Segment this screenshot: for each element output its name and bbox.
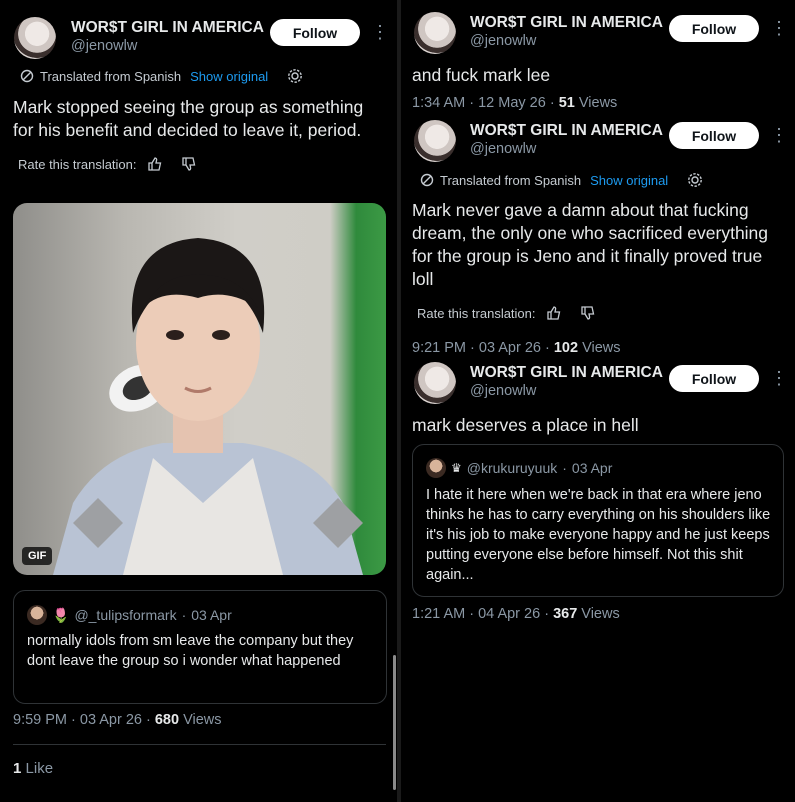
avatar[interactable] — [414, 120, 456, 162]
translate-icon — [420, 173, 434, 187]
author-handle[interactable]: @jenowlw — [470, 33, 536, 49]
author-name[interactable]: WOR$T GIRL IN AMERICA — [470, 14, 663, 32]
quoted-text: I hate it here when we're back in that e… — [426, 487, 771, 583]
separator: · — [181, 607, 187, 623]
avatar[interactable] — [414, 362, 456, 404]
separator: · — [71, 712, 80, 728]
gif-media[interactable]: GIF — [13, 203, 386, 575]
separator: · — [549, 95, 559, 111]
follow-button[interactable]: Follow — [669, 15, 759, 42]
views-count: 51 — [558, 95, 575, 111]
avatar — [27, 605, 47, 625]
show-original-link[interactable]: Show original — [190, 69, 268, 84]
author-name[interactable]: WOR$T GIRL IN AMERICA — [470, 364, 663, 382]
post-text: Mark never gave a damn about that fuckin… — [412, 200, 769, 289]
quoted-handle: @_tulipsformark — [74, 607, 177, 623]
post-date: 04 Apr 26 — [478, 606, 541, 622]
post-right: WOR$T GIRL IN AMERICA @jenowlw Follow ⋮ … — [401, 0, 795, 802]
post-text: Mark stopped seeing the group as somethi… — [13, 97, 364, 140]
rate-label: Rate this translation: — [417, 305, 536, 321]
crown-icon: ♛ — [451, 461, 462, 475]
show-original-link[interactable]: Show original — [590, 173, 668, 188]
separator: · — [544, 606, 554, 622]
quoted-date: 03 Apr — [191, 607, 232, 623]
likes-count: 1 — [13, 760, 22, 777]
views-count: 102 — [553, 340, 579, 356]
post-meta: 9:59 PM · 03 Apr 26 · 680 Views — [13, 712, 222, 728]
views-label: Views — [582, 340, 621, 356]
post-date: 12 May 26 — [478, 95, 546, 111]
translate-icon — [20, 69, 34, 83]
separator: · — [469, 95, 479, 111]
translation-bar: Translated from Spanish Show original — [419, 172, 703, 188]
thumbs-down-icon[interactable] — [181, 156, 197, 172]
quoted-post[interactable]: 🌷 @_tulipsformark · 03 Apr normally idol… — [13, 590, 387, 704]
avatar — [426, 458, 446, 478]
views-count: 367 — [553, 606, 578, 622]
likes-label: Like — [25, 760, 54, 777]
avatar[interactable] — [14, 17, 56, 59]
post-date: 03 Apr 26 — [79, 712, 142, 728]
post-meta: 1:21 AM · 04 Apr 26 · 367 Views — [412, 606, 620, 622]
post-left: WOR$T GIRL IN AMERICA @jenowlw Follow ⋮ … — [0, 0, 397, 802]
post-time: 9:59 PM — [13, 712, 67, 728]
views-label: Views — [183, 712, 222, 728]
more-icon[interactable]: ⋮ — [371, 22, 389, 42]
post-date: 03 Apr 26 — [478, 340, 541, 356]
quoted-post-header: 🌷 @_tulipsformark · 03 Apr — [27, 605, 232, 625]
quoted-date: 03 Apr — [571, 460, 613, 476]
author-name[interactable]: WOR$T GIRL IN AMERICA — [470, 122, 663, 140]
post-time: 1:21 AM — [412, 606, 466, 622]
author-name[interactable]: WOR$T GIRL IN AMERICA — [71, 19, 264, 37]
thumbs-up-icon[interactable] — [546, 305, 562, 321]
more-icon[interactable]: ⋮ — [770, 368, 788, 388]
quoted-post-header: ♛ @krukuruyuuk · 03 Apr — [426, 458, 612, 478]
quoted-text: normally idols from sm leave the company… — [27, 633, 354, 669]
post-text: mark deserves a place in hell — [412, 415, 639, 435]
more-icon[interactable]: ⋮ — [770, 18, 788, 38]
rate-label: Rate this translation: — [18, 156, 137, 172]
separator: · — [562, 460, 567, 476]
views-label: Views — [578, 95, 618, 111]
thumbs-up-icon[interactable] — [147, 156, 163, 172]
separator: · — [469, 606, 479, 622]
tulip-icon: 🌷 — [52, 606, 70, 623]
rate-translation: Rate this translation: — [18, 156, 197, 172]
post-meta: 9:21 PM · 03 Apr 26 · 102 Views — [412, 340, 621, 356]
gear-icon[interactable] — [687, 172, 703, 188]
translated-label: Translated from Spanish — [440, 172, 582, 188]
translation-bar: Translated from Spanish Show original — [19, 68, 303, 84]
author-handle[interactable]: @jenowlw — [71, 38, 137, 54]
separator: · — [545, 340, 554, 356]
gear-icon[interactable] — [287, 68, 303, 84]
separator: · — [146, 712, 155, 728]
views-label: Views — [581, 606, 620, 622]
separator: · — [470, 340, 479, 356]
gif-image — [53, 238, 363, 575]
follow-button[interactable]: Follow — [669, 365, 759, 392]
author-handle[interactable]: @jenowlw — [470, 141, 536, 157]
post-text: and fuck mark lee — [412, 65, 551, 85]
translated-label: Translated from Spanish — [40, 68, 182, 84]
quoted-post[interactable]: ♛ @krukuruyuuk · 03 Apr I hate it here w… — [412, 444, 784, 597]
post-time: 9:21 PM — [412, 340, 466, 356]
views-count: 680 — [154, 712, 180, 728]
more-icon[interactable]: ⋮ — [770, 125, 788, 145]
post-meta: 1:34 AM · 12 May 26 · 51 Views — [412, 95, 617, 111]
author-handle[interactable]: @jenowlw — [470, 383, 536, 399]
thumbs-down-icon[interactable] — [580, 305, 596, 321]
gif-badge: GIF — [22, 547, 53, 565]
follow-button[interactable]: Follow — [669, 122, 759, 149]
likes[interactable]: 1 Like — [13, 760, 53, 777]
divider — [13, 744, 386, 745]
quoted-handle: @krukuruyuuk — [466, 460, 558, 476]
scrollbar[interactable] — [393, 655, 396, 790]
post-time: 1:34 AM — [412, 95, 466, 111]
rate-translation: Rate this translation: — [417, 305, 596, 321]
follow-button[interactable]: Follow — [270, 19, 360, 46]
avatar[interactable] — [414, 12, 456, 54]
